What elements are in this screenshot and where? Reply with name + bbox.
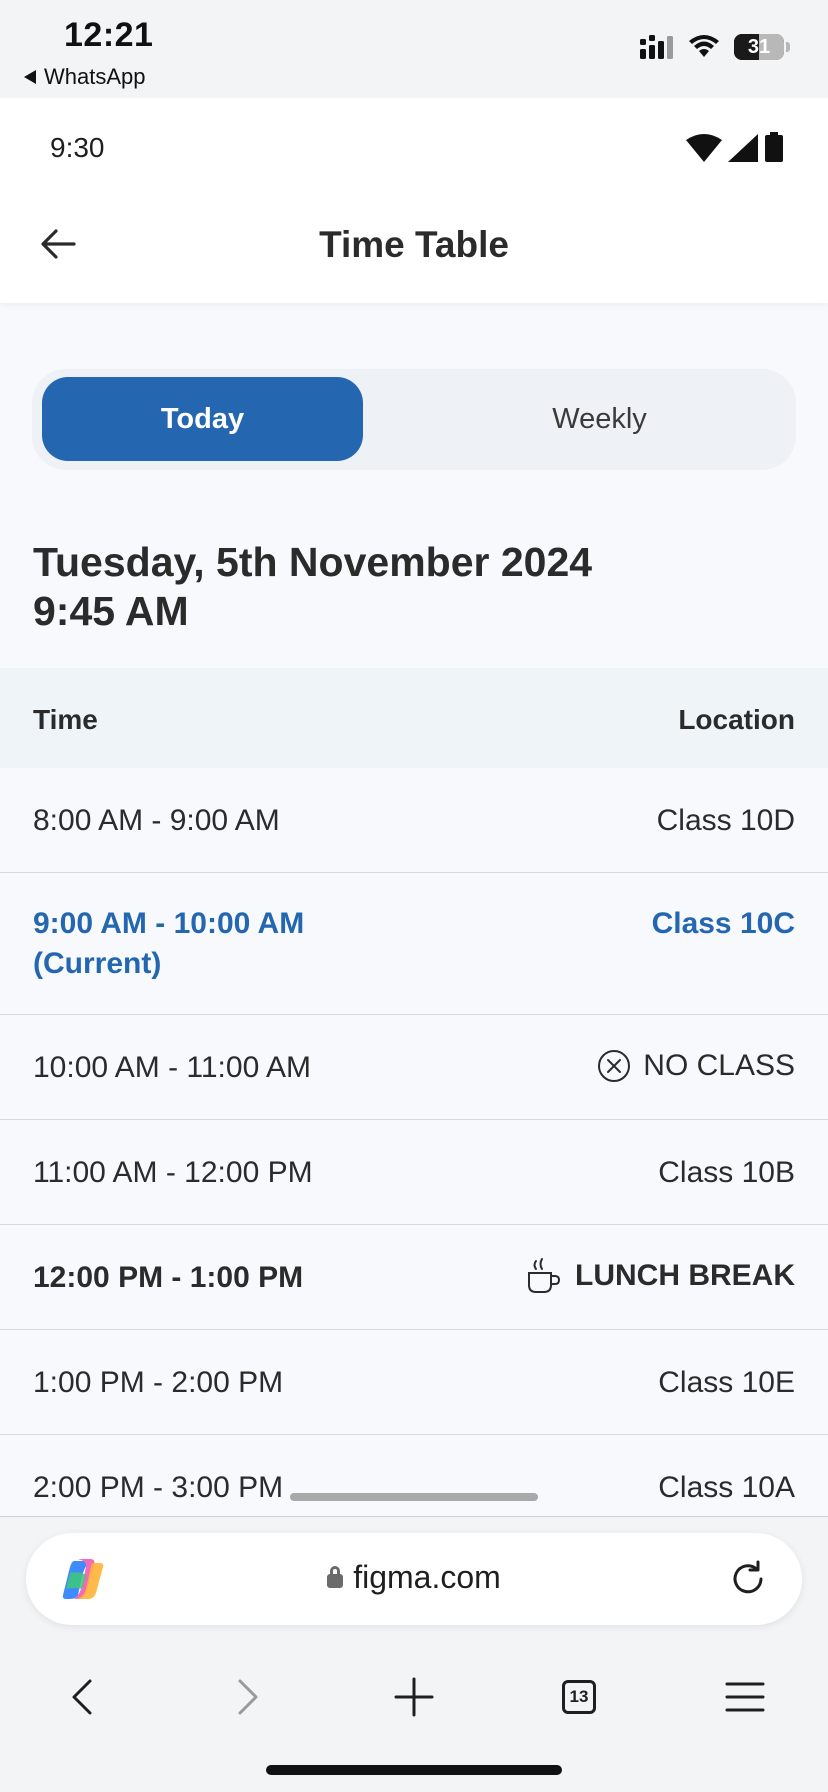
row-location-label: Class 10E: [658, 1366, 795, 1399]
app-home-indicator: [290, 1493, 538, 1501]
current-date-time: Tuesday, 5th November 2024 9:45 AM: [33, 538, 592, 636]
plus-icon: [394, 1677, 434, 1717]
ios-status-icons: 31: [640, 34, 790, 60]
tab-today[interactable]: Today: [42, 377, 363, 461]
current-time: 9:45 AM: [33, 588, 189, 634]
menu-button[interactable]: [715, 1667, 775, 1727]
row-location: Class 10A: [658, 1468, 795, 1508]
table-row[interactable]: 2:00 PM - 3:00 PM Class 10A: [0, 1435, 828, 1516]
view-toggle: Today Weekly: [32, 369, 796, 470]
row-location-label: Class 10B: [658, 1156, 795, 1189]
row-time-range: 9:00 AM - 10:00 AM: [33, 907, 305, 940]
home-indicator: [266, 1765, 562, 1775]
hamburger-menu-icon: [725, 1682, 765, 1712]
row-location-label: LUNCH BREAK: [575, 1259, 795, 1292]
ios-status-bar: 12:21 WhatsApp 31: [0, 0, 828, 98]
app-top-bar: 9:30 Time Table: [0, 98, 828, 303]
browser-toolbar: figma.com 13: [0, 1516, 828, 1792]
row-location-label: Class 10D: [656, 804, 795, 837]
wifi-icon: [689, 35, 719, 57]
row-location: Class 10C: [652, 904, 795, 944]
tab-weekly[interactable]: Weekly: [413, 377, 786, 461]
row-time: 10:00 AM - 11:00 AM: [33, 1051, 311, 1084]
new-tab-button[interactable]: [384, 1667, 444, 1727]
app-battery-icon: [765, 132, 783, 162]
circle-x-icon: [598, 1050, 631, 1082]
browser-forward-button[interactable]: [218, 1667, 278, 1727]
page-title: Time Table: [319, 224, 509, 265]
column-header-time: Time: [33, 704, 98, 735]
column-header-location: Location: [678, 704, 795, 735]
table-row[interactable]: 11:00 AM - 12:00 PM Class 10B: [0, 1120, 828, 1225]
table-row[interactable]: 10:00 AM - 11:00 AM NO CLASS: [0, 1015, 828, 1120]
row-location: Class 10E: [658, 1363, 795, 1403]
row-time: 1:00 PM - 2:00 PM: [33, 1366, 284, 1399]
row-location: NO CLASS: [597, 1046, 795, 1086]
row-time: 2:00 PM - 3:00 PM: [33, 1471, 284, 1504]
row-location-label: Class 10A: [658, 1471, 795, 1504]
battery-icon: 31: [734, 34, 784, 60]
table-row[interactable]: 1:00 PM - 2:00 PM Class 10E: [0, 1330, 828, 1435]
row-location: LUNCH BREAK: [523, 1256, 795, 1296]
back-to-app-link[interactable]: WhatsApp: [24, 64, 146, 90]
row-location-label: Class 10C: [651, 907, 795, 940]
battery-level: 31: [747, 35, 771, 58]
back-app-label: WhatsApp: [44, 64, 146, 89]
row-location: Class 10D: [657, 801, 795, 841]
app-wifi-icon: [686, 134, 722, 162]
browser-nav-bar: 13: [0, 1657, 828, 1737]
cellular-signal-icon: [640, 35, 673, 59]
chevron-left-icon: [72, 1679, 92, 1715]
tabs-button[interactable]: 13: [549, 1667, 609, 1727]
chevron-right-icon: [238, 1679, 258, 1715]
lock-icon: [327, 1565, 344, 1588]
table-row-current[interactable]: 9:00 AM - 10:00 AM (Current) Class 10C: [0, 873, 828, 1015]
address-bar[interactable]: figma.com: [26, 1533, 802, 1625]
table-row-break[interactable]: 12:00 PM - 1:00 PM LUNCH BREAK: [0, 1225, 828, 1330]
app-signal-icon: [728, 134, 758, 162]
row-time: 8:00 AM - 9:00 AM: [33, 804, 280, 837]
url-text: figma.com: [353, 1559, 501, 1595]
row-time: 12:00 PM - 1:00 PM: [33, 1261, 304, 1294]
current-date: Tuesday, 5th November 2024: [33, 539, 593, 585]
table-row[interactable]: 8:00 AM - 9:00 AM Class 10D: [0, 768, 828, 873]
tab-count: 13: [562, 1680, 596, 1714]
browser-back-button[interactable]: [52, 1667, 112, 1727]
app-status-time: 9:30: [50, 132, 105, 163]
url-display: figma.com: [26, 1559, 802, 1596]
row-time: 11:00 AM - 12:00 PM: [33, 1156, 313, 1189]
reload-icon[interactable]: [728, 1559, 768, 1599]
row-time: 9:00 AM - 10:00 AM (Current): [33, 904, 304, 984]
coffee-cup-icon: [528, 1258, 561, 1293]
back-triangle-icon: [24, 70, 36, 84]
timetable-app: 9:30 Time Table Today Weekly Tuesday, 5t…: [0, 98, 828, 1516]
row-location: Class 10B: [658, 1153, 795, 1193]
table-header: Time Location: [0, 668, 828, 768]
battery-tip: [786, 42, 790, 52]
ios-status-time: 12:21: [64, 16, 154, 54]
app-status-icons: [686, 132, 784, 162]
current-label: (Current): [33, 947, 162, 980]
row-location-label: NO CLASS: [643, 1049, 795, 1082]
